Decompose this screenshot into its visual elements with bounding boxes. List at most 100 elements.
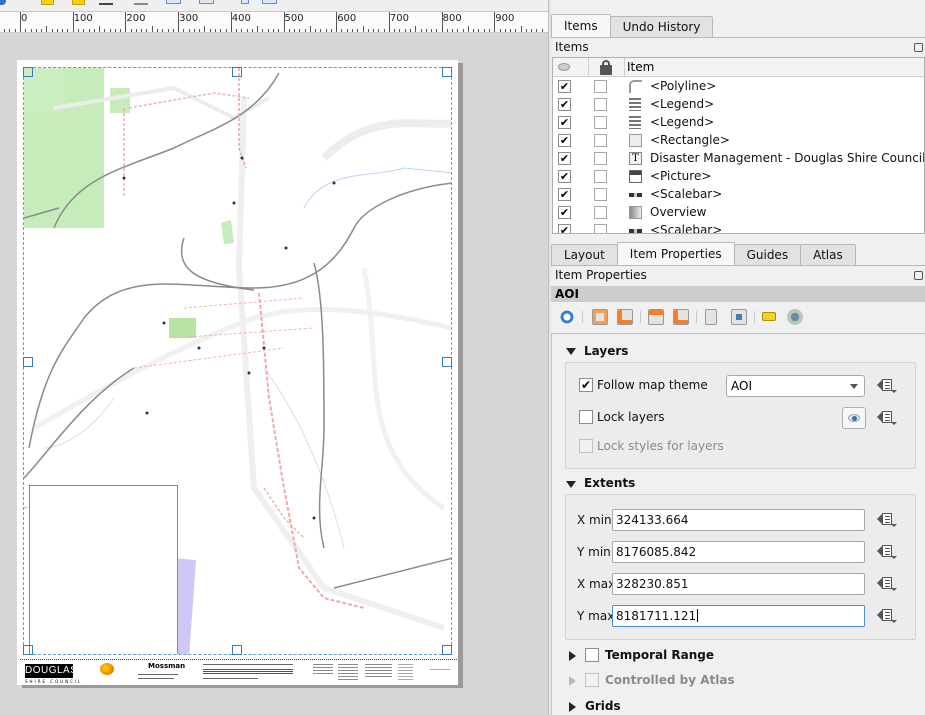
data-defined-override-button[interactable]: [876, 511, 898, 529]
add-label-icon[interactable]: [41, 0, 54, 5]
tab-atlas[interactable]: Atlas: [800, 244, 856, 266]
y-max-input[interactable]: 8181711.121: [612, 605, 865, 627]
add-arrow-icon[interactable]: [134, 2, 148, 5]
x-max-input[interactable]: 328230.851: [612, 573, 865, 595]
add-shape-icon[interactable]: [166, 0, 181, 4]
float-panel-icon[interactable]: [914, 271, 923, 280]
lock-checkbox[interactable]: [594, 80, 607, 93]
items-list-row[interactable]: ✔ <Scalebar>: [553, 185, 924, 203]
lock-checkbox[interactable]: [594, 134, 607, 147]
layer-visibility-presets-button[interactable]: [842, 407, 866, 429]
items-list-row[interactable]: ✔ <Picture>: [553, 167, 924, 185]
items-list-row[interactable]: ✔ <Rectangle>: [553, 131, 924, 149]
tab-item-properties[interactable]: Item Properties: [616, 242, 735, 266]
temporal-range-checkbox[interactable]: [585, 648, 599, 662]
controlled-by-atlas-heading[interactable]: Controlled by Atlas: [605, 673, 735, 687]
expand-atlas-icon[interactable]: [569, 676, 576, 686]
overview-map-item[interactable]: [29, 485, 178, 654]
lock-checkbox[interactable]: [594, 152, 607, 165]
map-item-aoi[interactable]: [23, 67, 452, 655]
data-defined-override-button[interactable]: [876, 409, 898, 427]
horizontal-ruler[interactable]: 0 100 200 300 400 500 600 700 800 900: [0, 11, 548, 33]
grids-heading[interactable]: Grids: [585, 699, 621, 713]
resize-handle[interactable]: [232, 645, 242, 655]
add-picture-icon[interactable]: [241, 0, 249, 4]
items-list-row[interactable]: ✔ <Legend>: [553, 95, 924, 113]
view-extent-icon[interactable]: [617, 309, 633, 325]
lock-layers-checkbox[interactable]: [579, 410, 593, 424]
items-list-row[interactable]: ✔ <Scalebar>: [553, 221, 924, 233]
selected-item-name: AOI: [551, 286, 925, 302]
add-html-icon[interactable]: [262, 0, 277, 4]
visibility-checkbox[interactable]: ✔: [558, 206, 571, 219]
refresh-icon[interactable]: [559, 309, 575, 325]
column-visible[interactable]: [553, 58, 589, 77]
lock-checkbox[interactable]: [594, 206, 607, 219]
lock-styles-checkbox[interactable]: [579, 439, 593, 453]
visibility-checkbox[interactable]: ✔: [558, 98, 571, 111]
item-properties-scroll[interactable]: Layers ✔ Follow map theme AOI Lock layer…: [551, 333, 925, 715]
layout-canvas[interactable]: DOUGLAS SHIRE COUNCIL Mossman: [0, 33, 548, 715]
clipping-icon[interactable]: [787, 309, 803, 325]
expand-grids-icon[interactable]: [569, 702, 576, 712]
lock-checkbox[interactable]: [594, 170, 607, 183]
resize-handle[interactable]: [442, 67, 452, 77]
items-list[interactable]: Item ✔ <Polyline> ✔ <Legend> ✔ <Legend> ✔ <Rect…: [552, 57, 925, 234]
move-content-icon[interactable]: [731, 309, 747, 325]
visibility-checkbox[interactable]: ✔: [558, 80, 571, 93]
temporal-range-heading[interactable]: Temporal Range: [605, 648, 714, 662]
data-defined-override-button[interactable]: [876, 543, 898, 561]
items-list-row[interactable]: ✔ <Legend>: [553, 113, 924, 131]
tab-guides[interactable]: Guides: [733, 244, 802, 266]
column-item[interactable]: Item: [625, 58, 924, 77]
data-defined-override-button[interactable]: [876, 575, 898, 593]
lock-checkbox[interactable]: [594, 224, 607, 233]
lock-checkbox[interactable]: [594, 116, 607, 129]
map-theme-select[interactable]: AOI: [726, 375, 865, 397]
controlled-by-atlas-checkbox[interactable]: [585, 673, 599, 687]
data-defined-override-button[interactable]: [876, 607, 898, 625]
toolbar-icon[interactable]: [0, 0, 6, 5]
ruler-minor-tick: [525, 29, 527, 32]
collapse-layers-icon[interactable]: [566, 348, 576, 355]
tab-items[interactable]: Items: [551, 14, 611, 38]
labeling-icon[interactable]: [762, 312, 776, 321]
set-scale-icon[interactable]: [648, 309, 664, 325]
items-list-row[interactable]: ✔ <Polyline>: [553, 77, 924, 95]
y-min-input[interactable]: 8176085.842: [612, 541, 865, 563]
items-list-row[interactable]: ✔ T Disaster Management - Douglas Shire Co…: [553, 149, 924, 167]
resize-handle[interactable]: [23, 645, 33, 655]
visibility-checkbox[interactable]: ✔: [558, 170, 571, 183]
resize-handle[interactable]: [23, 357, 33, 367]
data-defined-override-button[interactable]: [876, 377, 898, 395]
layers-section-heading[interactable]: Layers: [584, 344, 628, 358]
extents-section-heading[interactable]: Extents: [584, 476, 635, 490]
items-list-row[interactable]: ✔ Overview: [553, 203, 924, 221]
visibility-checkbox[interactable]: ✔: [558, 116, 571, 129]
tab-undo-history[interactable]: Undo History: [609, 16, 714, 38]
view-scale-icon[interactable]: [673, 309, 689, 325]
resize-handle[interactable]: [23, 67, 33, 77]
follow-map-theme-checkbox[interactable]: ✔: [579, 378, 593, 392]
visibility-checkbox[interactable]: ✔: [558, 224, 571, 233]
visibility-checkbox[interactable]: ✔: [558, 152, 571, 165]
visibility-checkbox[interactable]: ✔: [558, 188, 571, 201]
x-min-input[interactable]: 324133.664: [612, 509, 865, 531]
column-lock[interactable]: [589, 58, 625, 77]
resize-handle[interactable]: [442, 645, 452, 655]
layout-page[interactable]: DOUGLAS SHIRE COUNCIL Mossman: [17, 60, 458, 685]
resize-handle[interactable]: [232, 67, 242, 77]
resize-handle[interactable]: [442, 357, 452, 367]
expand-temporal-icon[interactable]: [569, 651, 576, 661]
add-line-icon[interactable]: [99, 2, 113, 5]
bookmark-icon[interactable]: [705, 309, 717, 325]
set-extent-icon[interactable]: [592, 309, 608, 325]
tab-layout[interactable]: Layout: [551, 244, 618, 266]
add-node-icon[interactable]: [199, 0, 214, 4]
float-panel-icon[interactable]: [914, 43, 923, 52]
lock-checkbox[interactable]: [594, 188, 607, 201]
lock-checkbox[interactable]: [594, 98, 607, 111]
add-text-icon[interactable]: [72, 0, 85, 5]
collapse-extents-icon[interactable]: [566, 481, 576, 488]
visibility-checkbox[interactable]: ✔: [558, 134, 571, 147]
